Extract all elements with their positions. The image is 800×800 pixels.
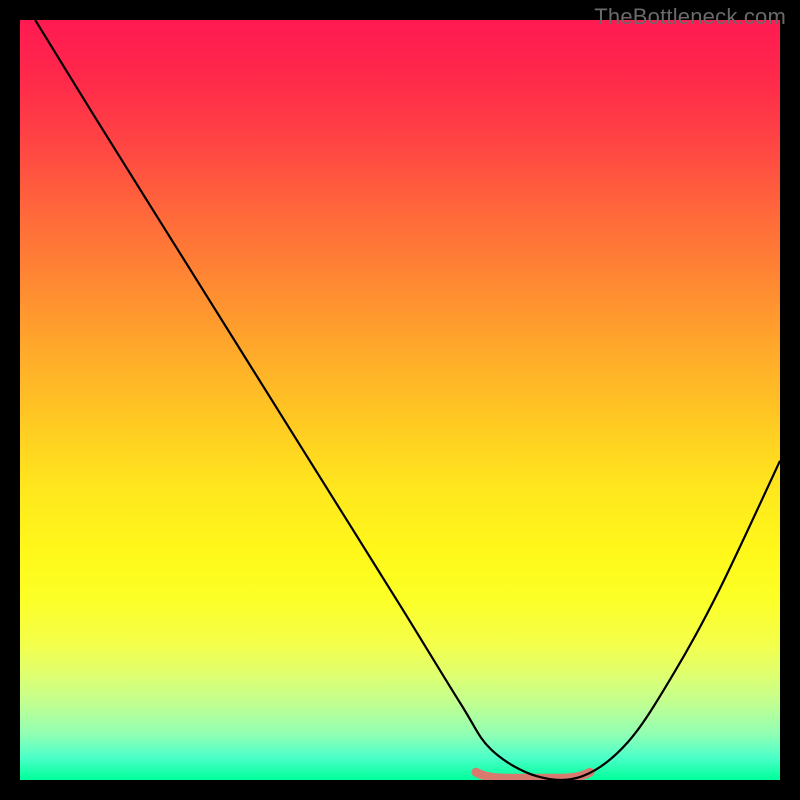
watermark-text: TheBottleneck.com [594, 4, 786, 30]
bottleneck-curve [35, 20, 780, 780]
chart-plot-area [20, 20, 780, 780]
chart-svg [20, 20, 780, 780]
